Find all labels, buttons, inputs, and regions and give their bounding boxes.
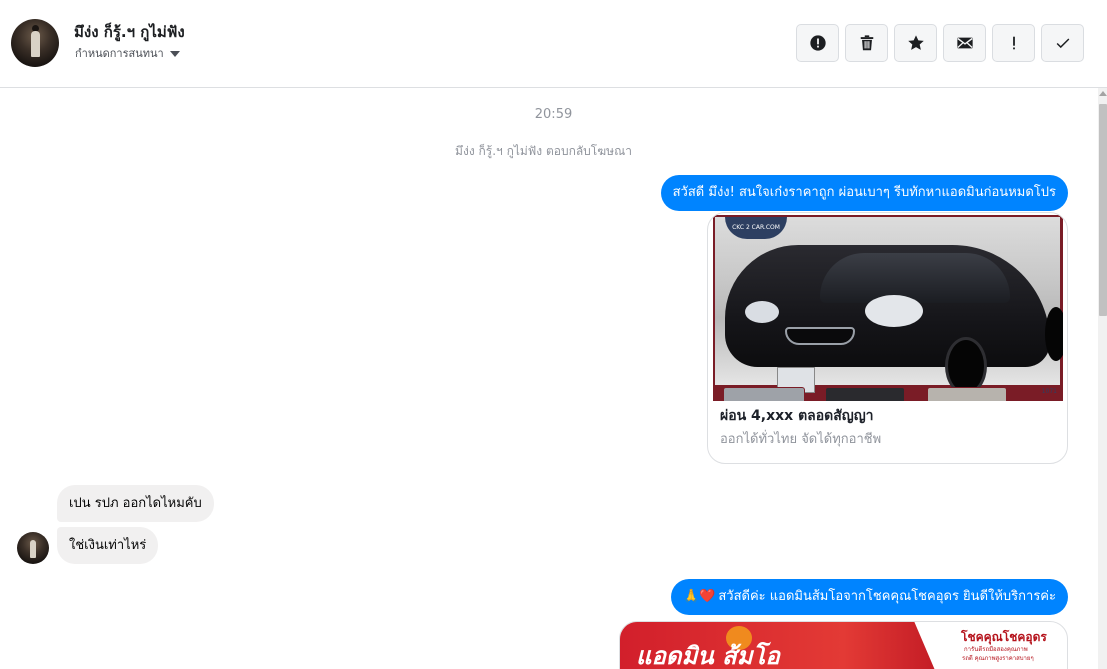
pray-heart-emoji-icon: 🙏❤️: [682, 589, 716, 604]
mark-unread-button[interactable]: [943, 24, 986, 62]
promo-image[interactable]: แอดมิน ส้มโอ โชคคุณโชคอุดร การันตีรถมือส…: [619, 621, 1068, 669]
star-button[interactable]: [894, 24, 937, 62]
contact-avatar[interactable]: [11, 19, 59, 67]
header-actions: [796, 24, 1084, 62]
alert-icon: [809, 35, 826, 51]
assign-conversation-dropdown[interactable]: กำหนดการสนทนา: [75, 44, 180, 62]
star-icon: [907, 35, 924, 50]
trash-icon: [860, 35, 873, 51]
ad-card-image: CKC 2 CAR.COM 1071: [713, 215, 1063, 401]
contact-avatar-small[interactable]: [17, 532, 49, 564]
mark-done-button[interactable]: [1041, 24, 1084, 62]
promo-banner-text: แอดมิน ส้มโอ: [636, 642, 780, 669]
chevron-down-icon: [169, 50, 180, 57]
mark-spam-button[interactable]: [796, 24, 839, 62]
image-number: 1071: [1041, 388, 1057, 395]
checkmark-icon: [1056, 38, 1069, 49]
ad-card-subtitle: ออกได้ทั่วไทย จัดได้ทุกอาชีพ: [720, 432, 882, 447]
exclamation-icon: [1012, 36, 1015, 50]
ad-card-title: ผ่อน 4,xxx ตลอดสัญญา: [720, 408, 874, 424]
outgoing-message[interactable]: 🙏❤️ สวัสดีค่ะ แอดมินส้มโอจากโชคคุณโชคอุดร…: [670, 579, 1068, 615]
ad-card[interactable]: CKC 2 CAR.COM 1071 ผ่อน 4,xxx ตลอดสัญญา …: [707, 212, 1068, 464]
outgoing-message[interactable]: สวัสดี มึง่ง! สนใจเก๋งราคาถูก ผ่อนเบาๆ ร…: [660, 175, 1068, 211]
dealer-logo: CKC 2 CAR.COM: [725, 217, 787, 239]
message-timestamp: 20:59: [534, 107, 573, 122]
system-message: มึง่ง ก็รู้.ฯ กูไม่ฟัง ตอบกลับโฆษณา: [455, 144, 632, 158]
envelope-icon: [956, 37, 973, 49]
delete-button[interactable]: [845, 24, 888, 62]
outgoing-message-text: สวัสดีค่ะ แอดมินส้มโอจากโชคคุณโชคอุดร ยิ…: [718, 589, 1056, 604]
follow-up-button[interactable]: [992, 24, 1035, 62]
scrollbar-thumb[interactable]: [1099, 104, 1107, 316]
assign-conversation-label: กำหนดการสนทนา: [75, 47, 164, 60]
incoming-message[interactable]: ใช่เงินเท่าไหร่: [57, 527, 159, 564]
scroll-up-arrow-icon[interactable]: [1099, 91, 1107, 96]
contact-name[interactable]: มึง่ง ก็รู้.ฯ กูไม่ฟัง: [74, 20, 185, 44]
conversation-header: มึง่ง ก็รู้.ฯ กูไม่ฟัง กำหนดการสนทนา: [0, 0, 1107, 88]
promo-brand-sub2: รถดี คุณภาพสูงราคาสบายๆ: [962, 655, 1034, 662]
incoming-message[interactable]: เปน รปภ ออกไดไหมคับ: [57, 485, 214, 522]
